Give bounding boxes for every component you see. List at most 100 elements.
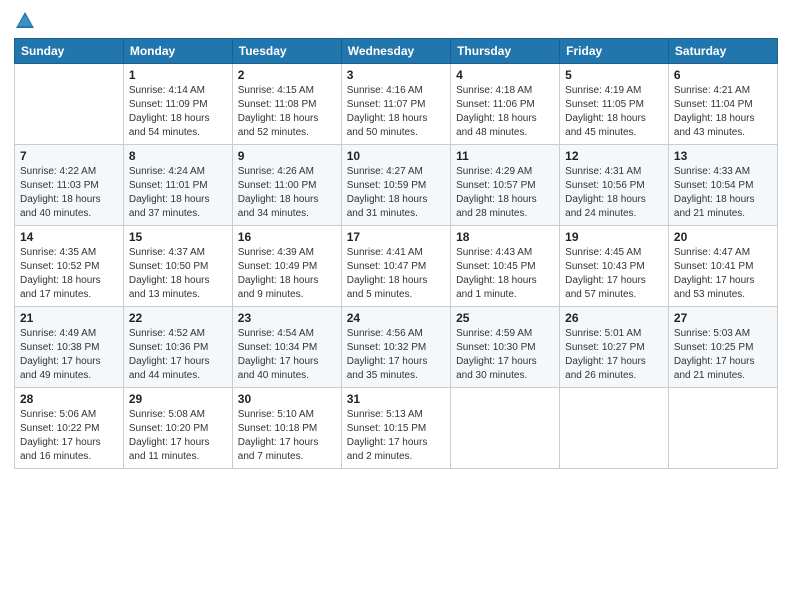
day-number: 4 [456,68,554,82]
weekday-thursday: Thursday [451,39,560,64]
day-cell: 17 Sunrise: 4:41 AM Sunset: 10:47 PM Dayl… [341,226,450,307]
day-cell: 5Sunrise: 4:19 AM Sunset: 11:05 PM Dayli… [560,64,669,145]
weekday-header-row: SundayMondayTuesdayWednesdayThursdayFrid… [15,39,778,64]
day-info: Sunrise: 4:41 AM Sunset: 10:47 PM Daylig… [347,246,445,302]
day-number: 16 [238,230,336,244]
day-cell: 14 Sunrise: 4:35 AM Sunset: 10:52 PM Dayl… [15,226,124,307]
day-cell: 7Sunrise: 4:22 AM Sunset: 11:03 PM Dayli… [15,145,124,226]
day-info: Sunrise: 4:31 AM Sunset: 10:56 PM Daylig… [565,165,663,221]
day-cell: 19 Sunrise: 4:45 AM Sunset: 10:43 PM Dayl… [560,226,669,307]
day-cell: 26Sunrise: 5:01 AM Sunset: 10:27 PM Dayl… [560,307,669,388]
day-number: 2 [238,68,336,82]
day-cell: 31 Sunrise: 5:13 AM Sunset: 10:15 PM Dayl… [341,388,450,469]
day-info: Sunrise: 4:15 AM Sunset: 11:08 PM Daylig… [238,84,336,140]
day-cell: 24 Sunrise: 4:56 AM Sunset: 10:32 PM Dayl… [341,307,450,388]
day-number: 23 [238,311,336,325]
logo [14,10,38,32]
day-cell: 30Sunrise: 5:10 AM Sunset: 10:18 PM Dayl… [232,388,341,469]
day-cell [451,388,560,469]
day-info: Sunrise: 4:16 AM Sunset: 11:07 PM Daylig… [347,84,445,140]
day-cell: 16 Sunrise: 4:39 AM Sunset: 10:49 PM Dayl… [232,226,341,307]
day-cell [15,64,124,145]
week-row-2: 7Sunrise: 4:22 AM Sunset: 11:03 PM Dayli… [15,145,778,226]
day-number: 18 [456,230,554,244]
day-number: 10 [347,149,445,163]
day-number: 24 [347,311,445,325]
day-cell: 9 Sunrise: 4:26 AM Sunset: 11:00 PM Dayli… [232,145,341,226]
day-cell: 22 Sunrise: 4:52 AM Sunset: 10:36 PM Dayl… [123,307,232,388]
week-row-5: 28 Sunrise: 5:06 AM Sunset: 10:22 PM Dayl… [15,388,778,469]
day-cell: 8 Sunrise: 4:24 AM Sunset: 11:01 PM Dayli… [123,145,232,226]
day-cell: 12 Sunrise: 4:31 AM Sunset: 10:56 PM Dayl… [560,145,669,226]
day-cell: 3Sunrise: 4:16 AM Sunset: 11:07 PM Dayli… [341,64,450,145]
day-cell: 4 Sunrise: 4:18 AM Sunset: 11:06 PM Dayli… [451,64,560,145]
day-number: 21 [20,311,118,325]
day-info: Sunrise: 4:54 AM Sunset: 10:34 PM Daylig… [238,327,336,383]
day-cell: 20Sunrise: 4:47 AM Sunset: 10:41 PM Dayl… [668,226,777,307]
weekday-friday: Friday [560,39,669,64]
header [14,10,778,32]
day-number: 9 [238,149,336,163]
day-info: Sunrise: 4:26 AM Sunset: 11:00 PM Daylig… [238,165,336,221]
day-number: 12 [565,149,663,163]
day-number: 13 [674,149,772,163]
day-info: Sunrise: 4:49 AM Sunset: 10:38 PM Daylig… [20,327,118,383]
day-number: 31 [347,392,445,406]
weekday-tuesday: Tuesday [232,39,341,64]
day-number: 14 [20,230,118,244]
day-cell: 10 Sunrise: 4:27 AM Sunset: 10:59 PM Dayl… [341,145,450,226]
calendar-table: SundayMondayTuesdayWednesdayThursdayFrid… [14,38,778,469]
week-row-4: 21 Sunrise: 4:49 AM Sunset: 10:38 PM Dayl… [15,307,778,388]
day-cell [668,388,777,469]
weekday-saturday: Saturday [668,39,777,64]
day-info: Sunrise: 5:13 AM Sunset: 10:15 PM Daylig… [347,408,445,464]
day-number: 30 [238,392,336,406]
day-number: 11 [456,149,554,163]
day-info: Sunrise: 4:52 AM Sunset: 10:36 PM Daylig… [129,327,227,383]
week-row-3: 14 Sunrise: 4:35 AM Sunset: 10:52 PM Dayl… [15,226,778,307]
day-info: Sunrise: 4:27 AM Sunset: 10:59 PM Daylig… [347,165,445,221]
day-number: 17 [347,230,445,244]
day-number: 28 [20,392,118,406]
day-info: Sunrise: 4:33 AM Sunset: 10:54 PM Daylig… [674,165,772,221]
day-info: Sunrise: 5:08 AM Sunset: 10:20 PM Daylig… [129,408,227,464]
day-number: 8 [129,149,227,163]
day-info: Sunrise: 5:06 AM Sunset: 10:22 PM Daylig… [20,408,118,464]
day-info: Sunrise: 4:35 AM Sunset: 10:52 PM Daylig… [20,246,118,302]
day-cell: 23 Sunrise: 4:54 AM Sunset: 10:34 PM Dayl… [232,307,341,388]
day-info: Sunrise: 5:01 AM Sunset: 10:27 PM Daylig… [565,327,663,383]
logo-icon [14,10,36,32]
weekday-wednesday: Wednesday [341,39,450,64]
day-info: Sunrise: 4:56 AM Sunset: 10:32 PM Daylig… [347,327,445,383]
day-number: 1 [129,68,227,82]
day-number: 19 [565,230,663,244]
day-info: Sunrise: 5:03 AM Sunset: 10:25 PM Daylig… [674,327,772,383]
day-cell: 1Sunrise: 4:14 AM Sunset: 11:09 PM Dayli… [123,64,232,145]
day-number: 6 [674,68,772,82]
day-info: Sunrise: 4:18 AM Sunset: 11:06 PM Daylig… [456,84,554,140]
day-number: 27 [674,311,772,325]
day-info: Sunrise: 4:45 AM Sunset: 10:43 PM Daylig… [565,246,663,302]
day-cell: 25Sunrise: 4:59 AM Sunset: 10:30 PM Dayl… [451,307,560,388]
day-number: 5 [565,68,663,82]
day-cell: 21 Sunrise: 4:49 AM Sunset: 10:38 PM Dayl… [15,307,124,388]
day-cell [560,388,669,469]
page: SundayMondayTuesdayWednesdayThursdayFrid… [0,0,792,612]
day-info: Sunrise: 4:24 AM Sunset: 11:01 PM Daylig… [129,165,227,221]
day-number: 29 [129,392,227,406]
day-cell: 15Sunrise: 4:37 AM Sunset: 10:50 PM Dayl… [123,226,232,307]
day-number: 25 [456,311,554,325]
day-cell: 11Sunrise: 4:29 AM Sunset: 10:57 PM Dayl… [451,145,560,226]
day-info: Sunrise: 4:39 AM Sunset: 10:49 PM Daylig… [238,246,336,302]
day-info: Sunrise: 4:47 AM Sunset: 10:41 PM Daylig… [674,246,772,302]
week-row-1: 1Sunrise: 4:14 AM Sunset: 11:09 PM Dayli… [15,64,778,145]
day-cell: 13 Sunrise: 4:33 AM Sunset: 10:54 PM Dayl… [668,145,777,226]
day-number: 22 [129,311,227,325]
day-cell: 28 Sunrise: 5:06 AM Sunset: 10:22 PM Dayl… [15,388,124,469]
day-cell: 27 Sunrise: 5:03 AM Sunset: 10:25 PM Dayl… [668,307,777,388]
day-info: Sunrise: 4:22 AM Sunset: 11:03 PM Daylig… [20,165,118,221]
day-info: Sunrise: 4:37 AM Sunset: 10:50 PM Daylig… [129,246,227,302]
weekday-sunday: Sunday [15,39,124,64]
day-info: Sunrise: 4:21 AM Sunset: 11:04 PM Daylig… [674,84,772,140]
day-cell: 2 Sunrise: 4:15 AM Sunset: 11:08 PM Dayli… [232,64,341,145]
